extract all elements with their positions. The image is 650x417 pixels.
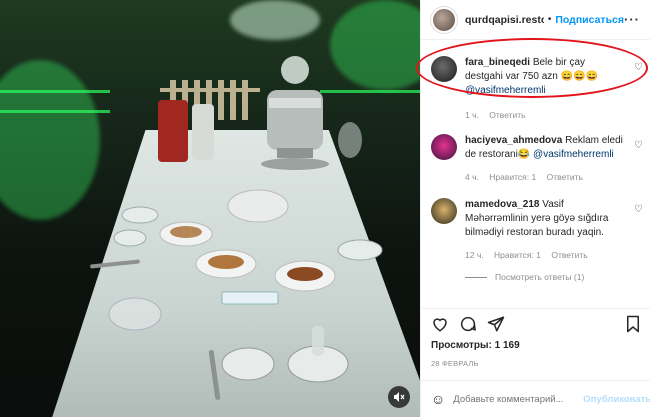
separator-dot: • [547,14,552,25]
comment-icon[interactable] [459,315,477,333]
reply-button[interactable]: Ответить [489,110,525,120]
action-icons [431,309,641,339]
avatar[interactable] [431,6,457,33]
comment-text: haciyeva_ahmedova Reklam eledi de restor… [465,134,625,162]
post-header: qurdqapisi.restoran • Подписаться ··· [421,0,650,40]
post-actions: Просмотры: 1 169 28 ФЕВРАЛЬ [421,308,650,368]
highlight-ellipse [416,38,648,98]
follow-button[interactable]: Подписаться [555,14,624,26]
volume-off-icon[interactable] [388,386,410,408]
comment-likes[interactable]: Нравится: 1 [489,172,536,182]
add-comment-bar: ☺ Опубликовать [421,380,650,417]
comment-username[interactable]: mamedova_218 [465,199,540,210]
heart-icon[interactable]: ♡ [634,140,643,151]
comment-text: mamedova_218 Vasif Məhərrəmlinin yerə gö… [465,198,625,240]
heart-icon[interactable]: ♡ [634,204,643,215]
publish-button[interactable]: Опубликовать [583,394,650,405]
view-replies-button[interactable]: Посмотреть ответы (1) [465,272,584,282]
reply-button[interactable]: Ответить [551,250,587,260]
share-icon[interactable] [487,315,505,333]
comment-time[interactable]: 12 ч. [465,250,484,260]
comment-likes[interactable]: Нравится: 1 [494,250,541,260]
comment-time[interactable]: 4 ч. [465,172,479,182]
comment-meta: 4 ч. Нравится: 1 Ответить [465,172,591,182]
view-replies-label[interactable]: Посмотреть ответы (1) [495,272,584,282]
comment-mention[interactable]: @vasifmeherremli [533,149,614,160]
heart-icon[interactable] [431,315,449,333]
post-media[interactable] [0,0,420,417]
post-date[interactable]: 28 ФЕВРАЛЬ [431,359,641,368]
table-items [90,100,383,400]
comment-username[interactable]: haciyeva_ahmedova [465,135,562,146]
bookmark-icon[interactable] [625,315,641,333]
views-count[interactable]: Просмотры: 1 169 [431,340,641,351]
emoji-icon[interactable]: ☺ [431,391,445,407]
avatar[interactable] [431,198,457,224]
reply-button[interactable]: Ответить [547,172,583,182]
replies-divider [465,276,487,278]
avatar[interactable] [431,134,457,160]
comment-input[interactable] [453,393,584,405]
comment-meta: 1 ч. Ответить [465,110,534,120]
comment-meta: 12 ч. Нравится: 1 Ответить [465,250,596,260]
post-username[interactable]: qurdqapisi.restoran [465,14,544,26]
comment-time[interactable]: 1 ч. [465,110,479,120]
more-horizontal-icon[interactable]: ··· [624,12,640,27]
